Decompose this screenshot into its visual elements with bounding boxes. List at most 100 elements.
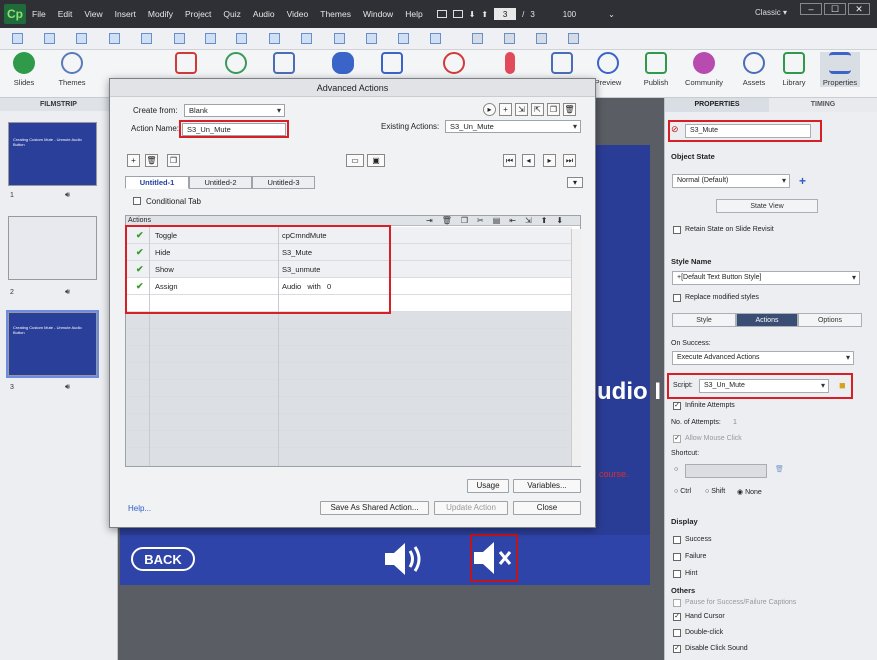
add-state-icon[interactable]: + — [799, 174, 806, 188]
distribute-h-icon[interactable] — [205, 33, 216, 44]
page-current-input[interactable]: 3 — [494, 8, 517, 20]
send-back-icon[interactable] — [568, 33, 579, 44]
hand-cursor-checkbox[interactable]: ✓ — [673, 613, 681, 621]
tab-actions[interactable]: Actions — [736, 313, 798, 327]
clipboard-icon[interactable]: ▣ — [367, 154, 385, 167]
state-select[interactable]: Normal (Default) — [672, 174, 790, 188]
create-from-select[interactable]: Blank — [184, 104, 285, 117]
shapes-button[interactable] — [216, 52, 256, 78]
menu-insert[interactable]: Insert — [115, 9, 136, 19]
add-tab-icon[interactable]: + — [127, 154, 140, 167]
usage-button[interactable]: Usage — [467, 479, 509, 493]
same-size-icon[interactable] — [334, 33, 345, 44]
tab-properties[interactable]: PROPERTIES — [665, 98, 769, 112]
same-height-icon[interactable] — [301, 33, 312, 44]
trash-icon[interactable]: 🗑︎ — [775, 465, 784, 473]
failure-checkbox[interactable] — [673, 553, 681, 561]
community-button[interactable]: Community — [684, 52, 724, 87]
assets-button[interactable]: Assets — [734, 52, 774, 87]
maximize-button[interactable]: ☐ — [824, 3, 846, 15]
tab-timing[interactable]: TIMING — [769, 98, 877, 112]
export-icon[interactable]: ⇱ — [531, 103, 544, 116]
library-button[interactable]: Library — [774, 52, 814, 87]
hint-checkbox[interactable] — [673, 570, 681, 578]
move-down-icon[interactable]: ⬇ — [556, 216, 563, 226]
paste-icon[interactable]: ▤ — [493, 216, 501, 226]
pause-checkbox[interactable] — [673, 599, 681, 607]
zoom-select[interactable]: 100 — [563, 10, 576, 19]
import-icon[interactable]: ⇲ — [515, 103, 528, 116]
unmute-speaker-icon[interactable] — [383, 539, 427, 579]
move-up-icon[interactable]: ⬆ — [541, 216, 548, 226]
empty-row[interactable] — [126, 431, 572, 448]
grid-scrollbar[interactable] — [571, 229, 581, 466]
play-icon[interactable]: ▸ — [483, 103, 496, 116]
save-button[interactable] — [542, 52, 582, 78]
objects-button[interactable] — [264, 52, 304, 78]
disable-sound-checkbox[interactable]: ✓ — [673, 645, 681, 653]
empty-row[interactable] — [126, 363, 572, 380]
delete-action-icon[interactable]: 🗑︎ — [563, 103, 576, 116]
menu-view[interactable]: View — [84, 9, 102, 19]
arrow-up-icon[interactable]: ⬆ — [481, 10, 488, 19]
tab-untitled-2[interactable]: Untitled-2 — [189, 176, 252, 189]
menu-project[interactable]: Project — [185, 9, 211, 19]
empty-row[interactable] — [126, 414, 572, 431]
help-link[interactable]: Help... — [128, 504, 151, 513]
monitor-icon[interactable] — [436, 10, 447, 18]
resize-icon[interactable] — [430, 33, 441, 44]
cut-icon[interactable]: ✂ — [477, 216, 484, 226]
align-center-icon[interactable] — [44, 33, 55, 44]
delete-tab-icon[interactable]: 🗑︎ — [145, 154, 158, 167]
add-action-icon[interactable]: + — [499, 103, 512, 116]
menu-window[interactable]: Window — [363, 9, 393, 19]
empty-row[interactable] — [126, 346, 572, 363]
menu-edit[interactable]: Edit — [58, 9, 73, 19]
tab-untitled-1[interactable]: Untitled-1 — [125, 176, 189, 189]
menu-quiz[interactable]: Quiz — [223, 9, 240, 19]
mute-speaker-icon[interactable] — [470, 534, 518, 582]
audio-button[interactable] — [490, 52, 530, 78]
slide-red-text[interactable]: course. — [599, 469, 629, 479]
empty-row[interactable] — [126, 312, 572, 329]
align-top-icon[interactable] — [109, 33, 120, 44]
record-button[interactable] — [434, 52, 474, 78]
existing-actions-select[interactable]: S3_Un_Mute — [445, 120, 581, 133]
close-window-button[interactable]: ✕ — [848, 3, 870, 15]
indent-icon[interactable]: ⇥ — [426, 216, 433, 226]
empty-row[interactable] — [126, 329, 572, 346]
copy-icon[interactable]: ❐ — [461, 216, 468, 226]
update-action-button[interactable]: Update Action — [434, 501, 508, 515]
slide-thumbnail-2[interactable] — [8, 216, 97, 280]
conditional-tab-checkbox[interactable] — [133, 197, 141, 205]
shift-radio[interactable]: ○ Shift — [705, 488, 725, 495]
insert-icon[interactable]: ⇤ — [509, 216, 516, 226]
shortcut-field[interactable] — [685, 464, 767, 478]
center-h-icon[interactable] — [366, 33, 377, 44]
on-success-select[interactable]: Execute Advanced Actions — [672, 351, 854, 365]
menu-themes[interactable]: Themes — [320, 9, 351, 19]
first-icon[interactable]: ⏮︎ — [503, 154, 516, 167]
menu-modify[interactable]: Modify — [148, 9, 173, 19]
slide-thumbnail-1[interactable]: Creating Custom Mute - Unmute Audio Butt… — [8, 122, 97, 186]
menu-audio[interactable]: Audio — [253, 9, 275, 19]
success-checkbox[interactable] — [673, 536, 681, 544]
workspace-select[interactable]: Classic ▾ — [755, 8, 787, 17]
prev-icon[interactable]: ◂ — [522, 154, 535, 167]
align-right-icon[interactable] — [76, 33, 87, 44]
empty-row[interactable] — [126, 448, 572, 466]
menu-help[interactable]: Help — [405, 9, 422, 19]
state-view-button[interactable]: State View — [716, 199, 818, 213]
chevron-down-icon[interactable]: ⌄ — [608, 10, 615, 19]
center-v-icon[interactable] — [398, 33, 409, 44]
themes-button[interactable]: Themes — [52, 52, 92, 87]
arrow-down-icon[interactable]: ⬇ — [469, 10, 476, 19]
media-button[interactable] — [372, 52, 412, 78]
tab-options[interactable]: Options — [798, 313, 862, 327]
bring-front-icon[interactable] — [504, 33, 515, 44]
variables-button[interactable]: Variables... — [513, 479, 581, 493]
save-shared-action-button[interactable]: Save As Shared Action... — [320, 501, 429, 515]
duplicate-icon[interactable]: ❐ — [547, 103, 560, 116]
align-left-icon[interactable] — [12, 33, 23, 44]
tabs-chevron-down-icon[interactable]: ▾ — [567, 177, 583, 188]
